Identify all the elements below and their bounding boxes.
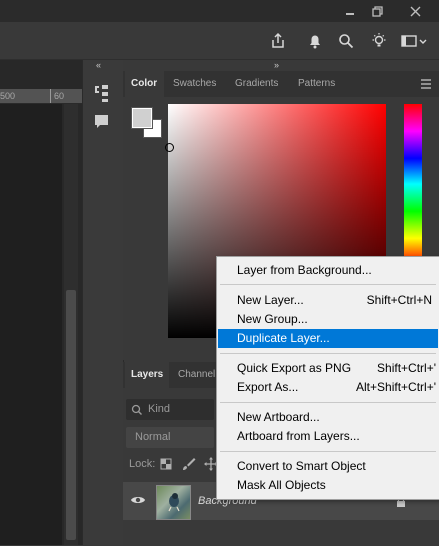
foreground-color-swatch[interactable] xyxy=(131,107,153,129)
search-button[interactable] xyxy=(335,30,357,52)
collapse-dock-icon[interactable]: « xyxy=(96,60,101,70)
scrollbar-thumb[interactable] xyxy=(66,290,76,540)
restore-icon xyxy=(371,5,383,17)
menu-item-export-as[interactable]: Export As... Alt+Shift+Ctrl+' xyxy=(218,378,438,397)
menu-separator xyxy=(220,402,436,403)
panel-menu-button[interactable] xyxy=(420,79,432,92)
brush-icon xyxy=(183,458,196,470)
menu-separator xyxy=(220,353,436,354)
menu-separator xyxy=(220,284,436,285)
search-icon xyxy=(131,404,142,415)
share-button[interactable] xyxy=(267,30,289,52)
canvas[interactable] xyxy=(0,104,62,545)
menu-item-label: Layer from Background... xyxy=(237,263,372,277)
menu-item-label: Artboard from Layers... xyxy=(237,429,360,443)
menu-item-artboard-from-layers[interactable]: Artboard from Layers... xyxy=(218,427,438,446)
lock-pixels-button[interactable] xyxy=(182,457,196,474)
lock-transparent-button[interactable] xyxy=(160,458,172,473)
search-icon xyxy=(339,34,354,49)
menu-item-label: Mask All Objects xyxy=(237,478,326,492)
checkerboard-icon xyxy=(160,458,172,470)
menu-item-label: New Layer... xyxy=(237,293,304,307)
lock-label: Lock: xyxy=(129,458,156,470)
layer-visibility-toggle[interactable] xyxy=(130,494,146,509)
menu-item-duplicate-layer[interactable]: Duplicate Layer... xyxy=(218,329,438,348)
hue-slider[interactable] xyxy=(404,104,422,264)
bird-icon xyxy=(168,493,180,512)
menu-item-label: Duplicate Layer... xyxy=(237,331,330,345)
menu-item-shortcut: Shift+Ctrl+' xyxy=(377,361,436,375)
menu-item-quick-export-png[interactable]: Quick Export as PNG Shift+Ctrl+' xyxy=(218,359,438,378)
menu-item-layer-from-background[interactable]: Layer from Background... xyxy=(218,261,438,280)
menu-item-label: Export As... xyxy=(237,380,299,394)
close-icon xyxy=(410,6,420,16)
history-icon xyxy=(95,85,108,102)
workspace-switcher[interactable] xyxy=(398,30,430,52)
comment-icon xyxy=(95,115,108,128)
menu-item-new-artboard[interactable]: New Artboard... xyxy=(218,408,438,427)
comments-panel-button[interactable] xyxy=(93,113,111,134)
menu-item-label: Convert to Smart Object xyxy=(237,459,366,473)
color-picker-cursor[interactable] xyxy=(165,143,174,152)
history-panel-button[interactable] xyxy=(92,83,112,106)
layer-context-menu: Layer from Background... New Layer... Shi… xyxy=(216,256,439,500)
tab-swatches[interactable]: Swatches xyxy=(167,71,225,97)
blend-mode-select[interactable]: Normal xyxy=(126,427,214,448)
menu-item-mask-all-objects[interactable]: Mask All Objects xyxy=(218,476,438,495)
tab-layers[interactable]: Layers xyxy=(125,362,169,388)
ruler-label: 60 xyxy=(54,91,65,101)
tab-color[interactable]: Color xyxy=(125,71,164,97)
menu-item-label: New Artboard... xyxy=(237,410,320,424)
bell-icon xyxy=(310,35,320,49)
workspace-icon xyxy=(401,35,427,47)
menu-item-label: New Group... xyxy=(237,312,308,326)
menu-item-shortcut: Alt+Shift+Ctrl+' xyxy=(356,380,436,394)
tab-channels[interactable]: Channel xyxy=(172,362,222,388)
tab-patterns[interactable]: Patterns xyxy=(292,71,344,97)
menu-item-shortcut: Shift+Ctrl+N xyxy=(366,293,432,307)
layer-filter-select[interactable]: Kind xyxy=(126,399,214,420)
filter-kind-label: Kind xyxy=(148,403,171,415)
menu-item-new-layer[interactable]: New Layer... Shift+Ctrl+N xyxy=(218,291,438,310)
ruler-tick xyxy=(50,89,51,103)
notifications-button[interactable] xyxy=(304,30,326,52)
menu-item-label: Quick Export as PNG xyxy=(237,361,352,375)
share-icon xyxy=(272,32,284,48)
layer-thumbnail xyxy=(156,485,191,520)
eye-icon xyxy=(131,497,145,503)
horizontal-ruler: 500 60 xyxy=(0,89,82,104)
discover-button[interactable] xyxy=(368,30,390,52)
close-button[interactable] xyxy=(399,0,431,22)
hamburger-icon xyxy=(421,79,431,89)
menu-separator xyxy=(220,451,436,452)
lightbulb-icon xyxy=(372,33,386,47)
restore-button[interactable] xyxy=(361,0,393,22)
ruler-label: 500 xyxy=(0,91,16,101)
blend-mode-label: Normal xyxy=(135,431,171,443)
tab-gradients[interactable]: Gradients xyxy=(229,71,289,97)
collapse-panels-icon[interactable]: » xyxy=(274,60,279,70)
menu-item-convert-smart-object[interactable]: Convert to Smart Object xyxy=(218,457,438,476)
menu-item-new-group[interactable]: New Group... xyxy=(218,310,438,329)
minimize-icon xyxy=(346,13,354,15)
